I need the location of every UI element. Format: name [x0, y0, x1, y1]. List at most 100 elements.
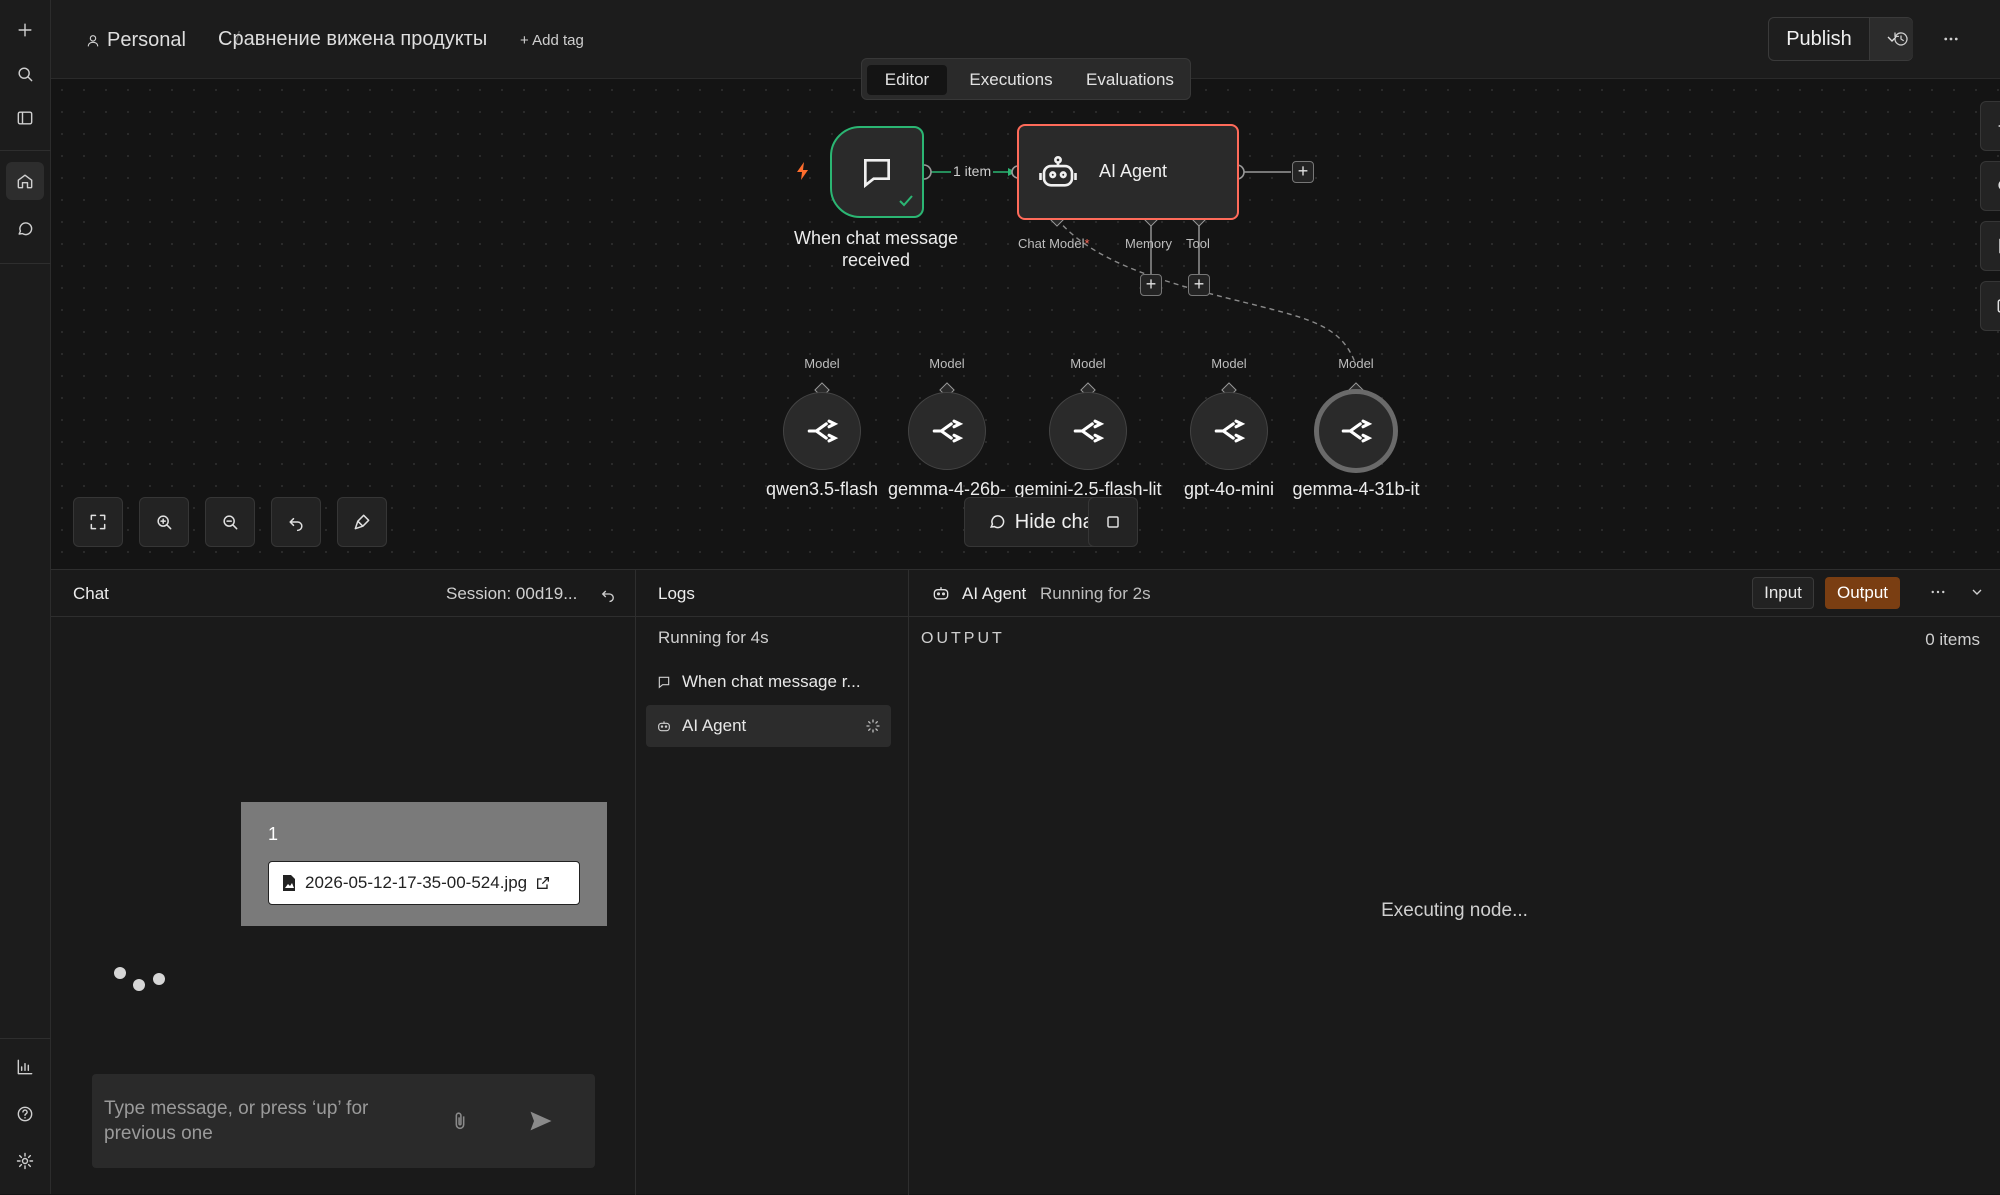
robot-icon: [933, 587, 949, 600]
log-item-label: When chat message r...: [682, 672, 861, 691]
memory-port-label: Memory: [1125, 236, 1172, 251]
typing-dot: [153, 973, 165, 985]
more-options-icon[interactable]: [1939, 27, 1963, 51]
output-node-name: AI Agent: [962, 584, 1027, 603]
chat-message: 1 2026-05-12-17-35-00-524.jpg: [241, 802, 607, 926]
zoom-in-button[interactable]: [139, 497, 189, 547]
log-item-trigger[interactable]: When chat message r...: [646, 661, 891, 703]
model-port-label: Model: [929, 356, 965, 371]
typing-dot: [114, 967, 126, 979]
output-running-time: Running for 2s: [1040, 584, 1151, 603]
undo-button[interactable]: [271, 497, 321, 547]
tidy-up-button[interactable]: [337, 497, 387, 547]
external-link-icon[interactable]: [535, 875, 551, 891]
toggle-panel-button[interactable]: [1980, 281, 2000, 331]
zoom-in-icon: [157, 515, 172, 530]
view-tabs: Editor Executions Evaluations: [861, 58, 1191, 100]
output-toggle-button[interactable]: Output: [1825, 577, 1900, 609]
model-node-gemma-26b[interactable]: [908, 392, 986, 470]
chat-icon[interactable]: [13, 217, 37, 241]
tool-port-label: Tool: [1186, 236, 1210, 251]
chat-model-port-label: Chat Model*: [1018, 236, 1090, 251]
help-icon[interactable]: [13, 1102, 37, 1126]
logs-running-time: Running for 4s: [658, 628, 769, 647]
publish-button[interactable]: Publish: [1769, 18, 1869, 60]
left-sidebar: [0, 0, 51, 1194]
attachment-name: 2026-05-12-17-35-00-524.jpg: [305, 873, 528, 892]
openrouter-icon: [807, 419, 839, 443]
model-label-qwen: qwen3.5-flash: [765, 479, 879, 499]
typing-dot: [133, 979, 145, 991]
sticky-note-button[interactable]: [1980, 221, 2000, 271]
chat-input[interactable]: Type message, or press ‘up’ for previous…: [92, 1074, 595, 1168]
robot-icon: [658, 721, 670, 732]
output-items-count: 0 items: [1925, 630, 1980, 649]
attach-icon[interactable]: [449, 1108, 471, 1134]
connection-items-label: 1 item: [951, 163, 994, 179]
note-icon: [1999, 238, 2000, 254]
image-file-icon: [283, 875, 295, 891]
logs-title: Logs: [658, 584, 695, 603]
openrouter-icon: [1214, 419, 1246, 443]
project-name: Personal: [107, 29, 186, 51]
workflow-name[interactable]: Сравнение вижена продукты: [218, 28, 487, 51]
attachment-chip[interactable]: 2026-05-12-17-35-00-524.jpg: [268, 861, 580, 905]
spinner-icon: [866, 719, 880, 733]
add-memory-button[interactable]: +: [1140, 274, 1162, 296]
log-item-ai-agent[interactable]: AI Agent: [646, 705, 891, 747]
chat-bubble-icon: [864, 159, 890, 189]
user-icon: [87, 34, 99, 46]
trigger-node-label: When chat message received: [793, 228, 959, 270]
message-text: 1: [268, 824, 279, 844]
panel-icon: [1997, 299, 2000, 313]
tab-evaluations[interactable]: Evaluations: [1074, 65, 1186, 95]
add-tag-button[interactable]: + Add tag: [520, 32, 584, 49]
reset-session-icon[interactable]: [599, 585, 617, 603]
add-node-button[interactable]: [1980, 101, 2000, 151]
stop-button[interactable]: [1088, 497, 1138, 547]
collapse-panel-icon[interactable]: [1965, 580, 1989, 604]
zoom-out-button[interactable]: [205, 497, 255, 547]
trigger-node[interactable]: [830, 126, 924, 218]
model-node-gemma-31b[interactable]: [1314, 389, 1398, 473]
search-icon[interactable]: [13, 62, 37, 86]
model-port-label: Model: [804, 356, 840, 371]
trigger-bolt-icon: [797, 162, 808, 180]
tab-executions[interactable]: Executions: [956, 65, 1066, 95]
add-tool-button[interactable]: +: [1188, 274, 1210, 296]
home-icon[interactable]: [6, 162, 44, 200]
brush-icon: [354, 514, 370, 530]
model-node-qwen[interactable]: [783, 392, 861, 470]
model-port-label: Model: [1338, 356, 1374, 371]
search-nodes-button[interactable]: [1980, 161, 2000, 211]
input-toggle-button[interactable]: Input: [1752, 577, 1814, 609]
add-next-node-button[interactable]: +: [1292, 161, 1314, 183]
chat-input-placeholder: Type message, or press ‘up’ for previous…: [104, 1098, 369, 1144]
chat-icon: [989, 515, 1005, 529]
model-port-label: Model: [1211, 356, 1247, 371]
tab-editor[interactable]: Editor: [867, 65, 947, 95]
add-icon[interactable]: [13, 18, 37, 42]
model-node-gpt4o[interactable]: [1190, 392, 1268, 470]
model-node-gemini[interactable]: [1049, 392, 1127, 470]
fit-view-button[interactable]: [73, 497, 123, 547]
workflow-name-text: Сравнение вижена продукты: [218, 28, 488, 50]
sidebar-toggle-icon[interactable]: [13, 106, 37, 130]
bottom-panel: Chat Session: 00d19... 1 2026-05-12-17-3…: [51, 569, 2000, 1195]
search-icon: [1998, 181, 2000, 190]
chat-title: Chat: [73, 584, 109, 603]
insights-icon[interactable]: [13, 1055, 37, 1079]
zoom-out-icon: [223, 515, 238, 530]
model-label-gemma-31b: gemma-4-31b-it: [1292, 479, 1420, 499]
output-panel: AI Agent Running for 2s Input Output OUT…: [909, 570, 2000, 1195]
logs-panel: Logs Running for 4s When chat message r.…: [636, 570, 909, 1195]
settings-icon[interactable]: [13, 1149, 37, 1173]
workflow-canvas[interactable]: When chat message received 1 item AI Age…: [51, 79, 2000, 569]
openrouter-icon: [1341, 419, 1373, 443]
output-more-icon[interactable]: [1926, 580, 1950, 604]
history-icon[interactable]: [1889, 27, 1913, 51]
fullscreen-icon: [90, 514, 106, 530]
breadcrumb-project[interactable]: Personal: [85, 29, 186, 52]
send-icon[interactable]: [527, 1107, 555, 1135]
ai-agent-node[interactable]: AI Agent: [1017, 124, 1239, 220]
